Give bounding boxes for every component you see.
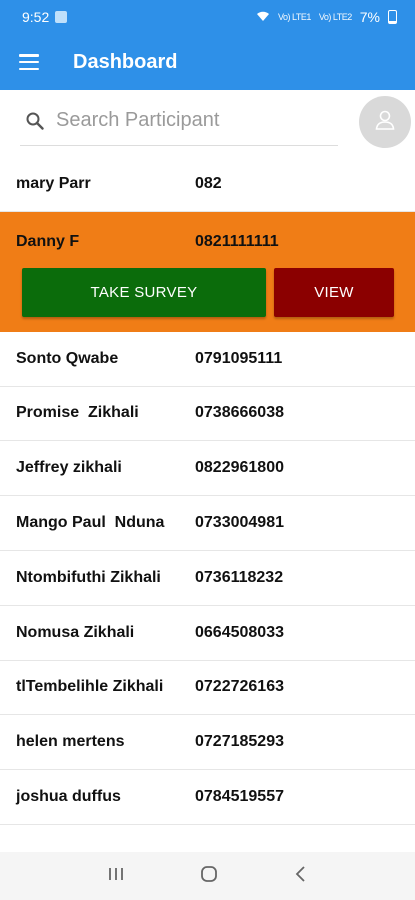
search-row (0, 92, 415, 152)
participant-name: Promise Zikhali (16, 404, 139, 422)
battery-icon (388, 10, 397, 24)
participant-phone: 0821111111 (195, 232, 279, 250)
search-input[interactable] (56, 109, 326, 132)
back-icon[interactable] (294, 865, 308, 888)
signal-1-label: Vo) LTE1 (278, 12, 311, 22)
home-icon[interactable] (199, 864, 219, 889)
participant-name: joshua duffus (16, 788, 121, 806)
participant-phone: 082 (195, 174, 222, 192)
participant-name: Danny F (16, 232, 80, 250)
row-actions: TAKE SURVEY VIEW (0, 267, 415, 317)
participant-phone: 0791095111 (195, 349, 283, 367)
participant-phone: 0722726163 (195, 678, 284, 696)
take-survey-button[interactable]: TAKE SURVEY (22, 267, 266, 317)
view-button[interactable]: VIEW (274, 267, 394, 317)
list-item[interactable]: Jeffrey zikhali 0822961800 (0, 441, 415, 497)
page-title: Dashboard (73, 50, 178, 73)
participant-name: Ntombifuthi Zikhali (16, 568, 161, 586)
list-item[interactable]: helen mertens 0727185293 (0, 715, 415, 771)
participant-phone: 0738666038 (195, 404, 284, 422)
status-time: 9:52 (22, 9, 50, 25)
app-bar: Dashboard (0, 34, 415, 90)
participant-name: helen mertens (16, 733, 125, 751)
list-item[interactable]: tlTembelihle Zikhali 0722726163 (0, 661, 415, 716)
list-item[interactable]: Ntombifuthi Zikhali 0736118232 (0, 551, 415, 606)
status-left: 9:52 (22, 9, 68, 25)
list-item-selected[interactable]: Danny F 0821111111 TAKE SURVEY VIEW (0, 211, 415, 332)
system-nav-bar (0, 852, 415, 900)
participant-phone: 0733004981 (195, 514, 284, 532)
list-item[interactable]: Nomusa Zikhali 0664508033 (0, 606, 415, 661)
search-icon (20, 106, 50, 136)
battery-percent: 7% (359, 9, 380, 25)
participant-phone: 0664508033 (195, 623, 284, 641)
participant-phone: 0736118232 (195, 568, 284, 586)
list-item[interactable]: joshua duffus 0784519557 (0, 770, 415, 825)
participant-phone: 0822961800 (195, 459, 284, 477)
participant-name: Jeffrey zikhali (16, 459, 122, 477)
participant-name: tlTembelihle Zikhali (16, 678, 164, 696)
list-item[interactable]: Promise Zikhali 0738666038 (0, 387, 415, 442)
signal-2-label: Vo) LTE2 (318, 12, 352, 22)
participant-name: Sonto Qwabe (16, 349, 119, 367)
participant-list: mary Parr 082 Danny F 0821111111 TAKE SU… (0, 157, 415, 825)
participant-phone: 0784519557 (195, 788, 284, 806)
wifi-icon (256, 10, 270, 25)
list-item[interactable]: Sonto Qwabe 0791095111 (0, 332, 415, 387)
list-item[interactable]: mary Parr 082 (0, 157, 415, 212)
download-notification-icon (55, 11, 68, 23)
participant-name: Mango Paul Nduna (16, 514, 165, 532)
status-bar: 9:52 Vo) LTE1 Vo) LTE2 7% (0, 0, 415, 34)
list-item[interactable]: Mango Paul Nduna 0733004981 (0, 496, 415, 551)
search-field[interactable] (20, 96, 338, 146)
status-right: Vo) LTE1 Vo) LTE2 7% (256, 9, 397, 25)
participant-name: mary Parr (16, 174, 91, 192)
avatar[interactable] (359, 96, 411, 148)
person-icon (373, 108, 397, 137)
selected-row-info: Danny F 0821111111 (0, 212, 415, 268)
recents-icon[interactable] (107, 866, 125, 887)
menu-icon[interactable] (19, 54, 39, 70)
participant-phone: 0727185293 (195, 733, 284, 751)
participant-name: Nomusa Zikhali (16, 623, 135, 641)
